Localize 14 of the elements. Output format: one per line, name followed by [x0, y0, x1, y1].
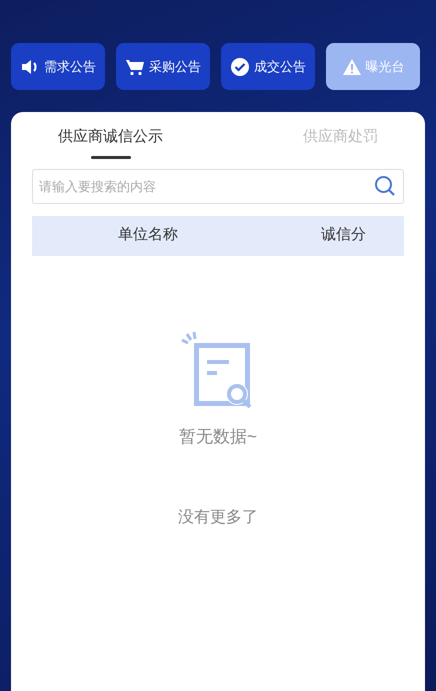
- category-button[interactable]: 采购公告: [116, 43, 210, 90]
- footer-note: 没有更多了: [178, 508, 258, 528]
- tab-indicator: [90, 156, 130, 158]
- cart-icon: [125, 58, 145, 76]
- warning-icon: [342, 58, 362, 76]
- column-header: 单位名称: [118, 225, 179, 246]
- category-button[interactable]: 需求公告: [11, 43, 105, 90]
- category-button[interactable]: 成交公告: [221, 43, 315, 90]
- empty-message: 暂无数据~: [179, 426, 257, 448]
- search-icon[interactable]: [374, 174, 396, 196]
- column-header: 诚信分: [321, 225, 366, 246]
- tab[interactable]: 供应商诚信公示: [38, 126, 183, 160]
- check-circle-icon: [230, 56, 250, 76]
- search-field[interactable]: 请输入要搜索的内容: [32, 168, 404, 204]
